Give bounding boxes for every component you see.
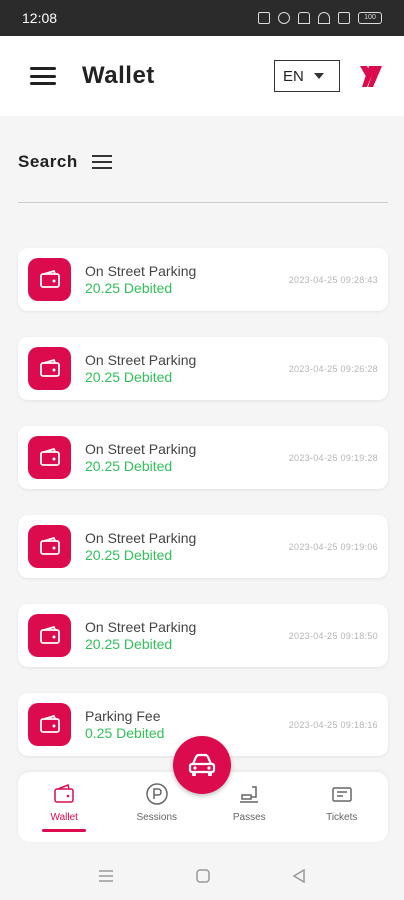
language-select[interactable]: EN: [274, 60, 340, 92]
nav-label: Sessions: [136, 812, 178, 823]
transaction-date: 2023-04-25 09:19:06: [288, 541, 378, 552]
active-indicator: [42, 829, 87, 832]
transaction-title: On Street Parking: [85, 440, 197, 457]
ticket-icon: [332, 787, 352, 802]
pass-icon: [240, 786, 259, 803]
transaction-card[interactable]: On Street Parking 20.25 Debited 2023-04-…: [18, 426, 388, 489]
transaction-card[interactable]: On Street Parking 20.25 Debited 2023-04-…: [18, 515, 388, 578]
transaction-amount: 20.25 Debited: [85, 546, 173, 563]
battery-icon: 100: [358, 12, 382, 24]
nav-tickets[interactable]: Tickets: [296, 772, 389, 842]
system-nav-bar: [0, 852, 404, 900]
wifi-icon: [318, 12, 330, 24]
wallet-icon: [54, 783, 74, 803]
app-header: Wallet EN: [0, 36, 404, 116]
filter-list-icon[interactable]: [91, 155, 112, 169]
transaction-title: On Street Parking: [85, 351, 197, 368]
nav-label: Tickets: [326, 812, 358, 823]
transaction-date: 2023-04-25 09:28:43: [288, 274, 378, 285]
transaction-list: On Street Parking 20.25 Debited 2023-04-…: [18, 248, 388, 782]
caret-down-icon: [313, 73, 324, 79]
transaction-title: On Street Parking: [85, 262, 197, 279]
transaction-amount: 20.25 Debited: [85, 457, 173, 474]
wallet-icon: [28, 525, 71, 568]
transaction-date: 2023-04-25 09:26:28: [288, 363, 378, 374]
recent-apps-icon[interactable]: [98, 869, 114, 883]
close-box-icon: [338, 12, 350, 24]
transaction-title: On Street Parking: [85, 529, 197, 546]
car-icon: [188, 753, 216, 776]
transaction-amount: 20.25 Debited: [85, 368, 173, 385]
transaction-amount: 20.25 Debited: [85, 279, 173, 296]
wallet-icon: [28, 703, 71, 746]
transaction-title: Parking Fee: [85, 707, 161, 724]
mute-icon: [278, 12, 290, 24]
car-fab-button[interactable]: [173, 736, 231, 794]
bluetooth-icon: [298, 12, 310, 24]
status-icons: 100: [258, 12, 382, 24]
nfc-icon: [258, 12, 270, 24]
wallet-icon: [28, 614, 71, 657]
nav-label: Wallet: [50, 812, 78, 823]
page-title: Wallet: [82, 62, 155, 89]
brand-logo: [360, 66, 382, 87]
wallet-icon: [28, 436, 71, 479]
divider: [18, 202, 388, 203]
transaction-card[interactable]: On Street Parking 20.25 Debited 2023-04-…: [18, 337, 388, 400]
menu-icon[interactable]: [30, 67, 56, 85]
transaction-card[interactable]: On Street Parking 20.25 Debited 2023-04-…: [18, 248, 388, 311]
home-icon[interactable]: [196, 869, 210, 883]
transaction-date: 2023-04-25 09:18:50: [288, 630, 378, 641]
transaction-title: On Street Parking: [85, 618, 197, 635]
wallet-icon: [28, 347, 71, 390]
nav-wallet[interactable]: Wallet: [18, 772, 111, 842]
transaction-amount: 20.25 Debited: [85, 635, 173, 652]
status-time: 12:08: [22, 10, 58, 26]
back-icon[interactable]: [292, 869, 306, 883]
parking-icon: [146, 783, 168, 805]
search-label: Search: [18, 152, 78, 171]
transaction-card[interactable]: On Street Parking 20.25 Debited 2023-04-…: [18, 604, 388, 667]
status-bar: 12:08 100: [0, 0, 404, 36]
search-filter[interactable]: Search: [18, 152, 112, 172]
language-value: EN: [283, 67, 304, 85]
wallet-icon: [28, 258, 71, 301]
nav-label: Passes: [232, 812, 266, 823]
transaction-date: 2023-04-25 09:18:16: [288, 719, 378, 730]
transaction-date: 2023-04-25 09:19:28: [288, 452, 378, 463]
